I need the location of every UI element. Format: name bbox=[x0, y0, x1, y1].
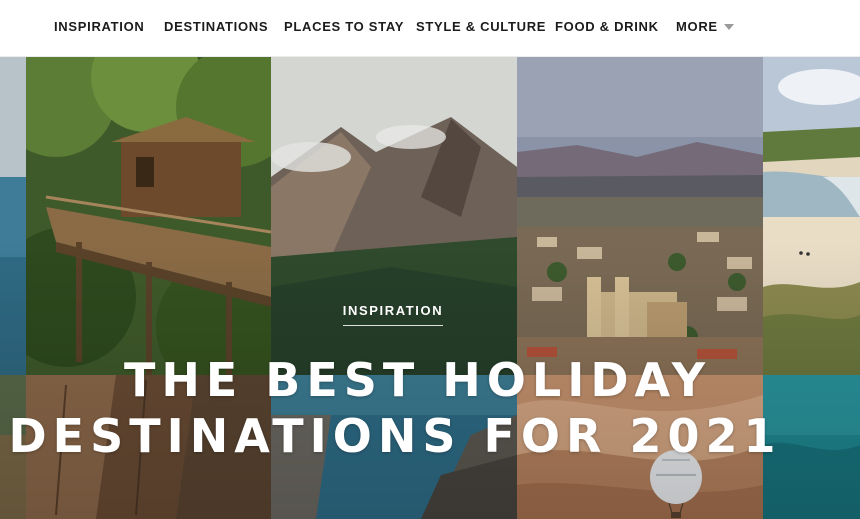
coast-strip-image bbox=[0, 57, 26, 375]
nav-item-style-culture[interactable]: STYLE & CULTURE bbox=[416, 19, 546, 35]
headline-line-2: DESTINATIONS FOR 2021 bbox=[8, 409, 782, 463]
hero-banner[interactable]: INSPIRATION THE BEST HOLIDAY DESTINATION… bbox=[0, 57, 860, 519]
mexican-town-image bbox=[517, 57, 763, 375]
category-label-inspiration[interactable]: INSPIRATION bbox=[342, 303, 444, 326]
nav-item-more[interactable]: MORE bbox=[676, 19, 718, 35]
treehouse-jungle-image bbox=[26, 57, 271, 375]
nav-item-food-drink[interactable]: FOOD & DRINK bbox=[555, 19, 659, 35]
nav-item-destinations[interactable]: DESTINATIONS bbox=[164, 19, 268, 35]
nav-item-places-to-stay[interactable]: PLACES TO STAY bbox=[284, 19, 404, 35]
nav-item-inspiration[interactable]: INSPIRATION bbox=[54, 19, 145, 35]
beach-dunes-image bbox=[763, 57, 860, 375]
volcano-peaks-image bbox=[271, 57, 517, 375]
headline-line-1: THE BEST HOLIDAY bbox=[123, 353, 712, 407]
top-navigation: INSPIRATION DESTINATIONS PLACES TO STAY … bbox=[0, 0, 860, 57]
hero-headline[interactable]: THE BEST HOLIDAY DESTINATIONS FOR 2021 bbox=[0, 352, 860, 464]
chevron-down-icon[interactable] bbox=[724, 24, 734, 30]
